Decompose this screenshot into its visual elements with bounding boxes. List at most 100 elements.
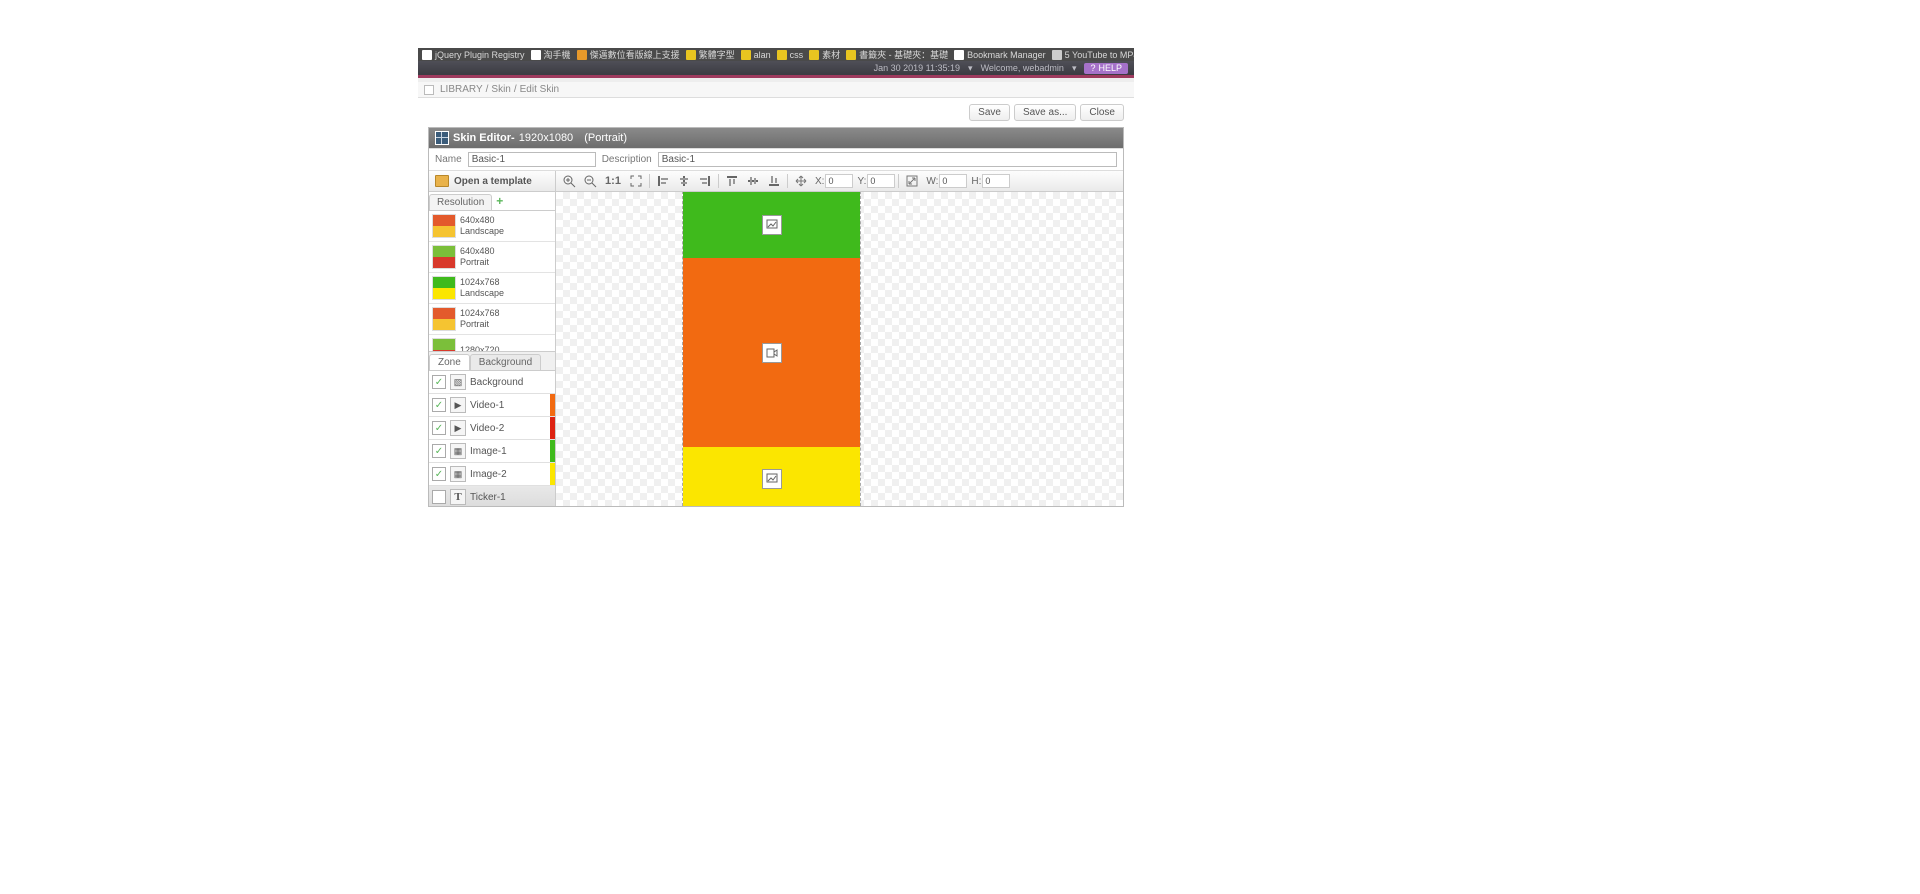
bookmark-label: css <box>790 50 804 60</box>
zone-type-icon: ▧ <box>450 374 466 390</box>
zone-label: Image-1 <box>470 446 507 457</box>
breadcrumb-skin[interactable]: Skin <box>491 84 510 95</box>
tab-background[interactable]: Background <box>470 354 541 370</box>
zone-type-icon: ▶ <box>450 420 466 436</box>
resolution-item[interactable]: 1024x768Landscape <box>429 273 555 304</box>
breadcrumb: LIBRARY / Skin / Edit Skin <box>418 82 1134 98</box>
zone-checkbox[interactable]: ✓ <box>432 444 446 458</box>
bookmark-item[interactable]: jQuery Plugin Registry <box>422 50 525 60</box>
description-input[interactable] <box>658 152 1117 167</box>
skin-editor-panel: Skin Editor-1920x1080 (Portrait) Name De… <box>428 127 1124 507</box>
editor-resolution: 1920x1080 <box>519 132 573 144</box>
editor-toolbar: 1:1 X: Y: <box>556 171 1123 192</box>
move-icon[interactable] <box>791 172 811 190</box>
zoom-in-icon[interactable] <box>559 172 579 190</box>
zone-image-1[interactable] <box>683 192 860 258</box>
zone-label: Video-1 <box>470 400 504 411</box>
bookmark-favicon <box>954 50 964 60</box>
close-button[interactable]: Close <box>1080 104 1124 121</box>
x-label: X: <box>815 176 824 187</box>
zone-checkbox[interactable]: ✓ <box>432 467 446 481</box>
zone-checkbox[interactable]: ✓ <box>432 398 446 412</box>
resolution-list[interactable]: 640x480Landscape 640x480Portrait1024x768L… <box>429 211 555 352</box>
align-top-icon[interactable] <box>722 172 742 190</box>
resolution-thumb <box>432 214 456 238</box>
align-center-v-icon[interactable] <box>743 172 763 190</box>
w-label: W: <box>926 176 938 187</box>
bookmark-item[interactable]: 繁體字型 <box>686 48 735 61</box>
x-input[interactable] <box>825 174 853 188</box>
header-welcome[interactable]: Welcome, webadmin <box>981 63 1064 73</box>
resolution-thumb <box>432 245 456 269</box>
help-button[interactable]: ?HELP <box>1084 63 1128 74</box>
window-icon <box>435 131 449 145</box>
align-center-h-icon[interactable] <box>674 172 694 190</box>
save-button[interactable]: Save <box>969 104 1010 121</box>
bookmark-label: 繁體字型 <box>699 48 735 61</box>
zone-label: Ticker-1 <box>470 492 506 503</box>
w-input[interactable] <box>939 174 967 188</box>
name-input[interactable] <box>468 152 596 167</box>
zone-item[interactable]: ✓▦Image-1 <box>429 440 555 463</box>
align-bottom-icon[interactable] <box>764 172 784 190</box>
zone-label: Video-2 <box>470 423 504 434</box>
bookmark-label: alan <box>754 50 771 60</box>
bookmark-item[interactable]: 5 YouTube to MP4 & M <box>1052 50 1134 60</box>
bookmark-favicon <box>846 50 856 60</box>
bookmark-item[interactable]: css <box>777 50 804 60</box>
zone-item[interactable]: ✓ ▶ Video-2 <box>429 417 555 440</box>
zone-type-icon: ▦ <box>450 466 466 482</box>
resolution-label: 640x480Landscape <box>460 215 504 237</box>
zone-list[interactable]: ✓▧Background✓▶Video-1✓▶Video-2✓▦Image-1✓… <box>429 371 555 506</box>
zone-video-1[interactable] <box>683 258 860 447</box>
resolution-tab[interactable]: Resolution <box>429 194 492 210</box>
description-label: Description <box>602 154 652 165</box>
align-left-icon[interactable] <box>653 172 673 190</box>
bookmark-label: 5 YouTube to MP4 & M <box>1065 50 1134 60</box>
zoom-fit-icon[interactable] <box>626 172 646 190</box>
editor-titlebar: Skin Editor-1920x1080 (Portrait) <box>429 128 1123 148</box>
resolution-item[interactable]: 640x480Portrait <box>429 242 555 273</box>
resolution-item[interactable]: 640x480Landscape <box>429 211 555 242</box>
zoom-actual-button[interactable]: 1:1 <box>601 172 625 190</box>
zone-image-2[interactable] <box>683 447 860 506</box>
tab-zone[interactable]: Zone <box>429 354 470 370</box>
zone-item[interactable]: ✓ ▧ Background <box>429 371 555 394</box>
resolution-item[interactable]: 1024x768Portrait <box>429 304 555 335</box>
zone-checkbox[interactable] <box>432 490 446 504</box>
resolution-thumb <box>432 276 456 300</box>
app-header: Jan 30 2019 11:35:19 ▾ Welcome, webadmin… <box>418 61 1134 75</box>
zone-checkbox[interactable]: ✓ <box>432 375 446 389</box>
resolution-item[interactable]: 1280x720 <box>429 335 555 352</box>
left-panel: Open a template Resolution + 640x480Land… <box>429 171 556 506</box>
open-template-button[interactable]: Open a template <box>429 171 555 192</box>
zone-item[interactable]: ✓▶Video-1 <box>429 394 555 417</box>
bookmark-item[interactable]: 淘手機 <box>531 48 571 61</box>
zone-label: Background <box>470 377 523 388</box>
add-resolution-button[interactable]: + <box>496 194 503 208</box>
zoom-out-icon[interactable] <box>580 172 600 190</box>
dropdown-icon[interactable]: ▾ <box>1072 63 1077 74</box>
bookmark-label: 淘手機 <box>544 48 571 61</box>
dropdown-icon[interactable]: ▾ <box>968 63 973 74</box>
bookmark-item[interactable]: 書籤夾 - 基礎夾：基礎 <box>846 48 948 61</box>
layout-stage[interactable] <box>683 192 860 506</box>
bookmark-item[interactable]: alan <box>741 50 771 60</box>
zone-item[interactable]: ✓▦Image-2 <box>429 463 555 486</box>
h-input[interactable] <box>982 174 1010 188</box>
resolution-label: 1024x768Portrait <box>460 308 500 330</box>
breadcrumb-library[interactable]: LIBRARY <box>440 84 483 95</box>
size-icon[interactable] <box>902 172 922 190</box>
bookmark-item[interactable]: Bookmark Manager <box>954 50 1046 60</box>
bookmark-favicon <box>777 50 787 60</box>
saveas-button[interactable]: Save as... <box>1014 104 1076 121</box>
zone-checkbox[interactable]: ✓ <box>432 421 446 435</box>
y-input[interactable] <box>867 174 895 188</box>
expand-icon[interactable] <box>424 85 434 95</box>
bookmark-favicon <box>1052 50 1062 60</box>
bookmark-item[interactable]: 素材 <box>809 48 840 61</box>
align-right-icon[interactable] <box>695 172 715 190</box>
bookmark-item[interactable]: 傑邁數位看版線上支援 <box>577 48 680 61</box>
editor-canvas[interactable] <box>556 192 1123 506</box>
zone-item[interactable]: TTicker-1 <box>429 486 555 506</box>
